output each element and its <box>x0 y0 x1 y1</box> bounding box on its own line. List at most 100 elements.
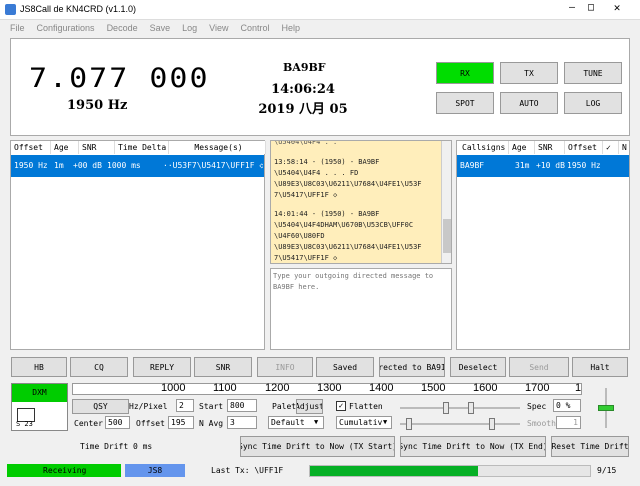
frequency-display[interactable]: 7.077 000 <box>29 63 210 95</box>
waterfall-tick: 1 <box>575 382 582 394</box>
scrollbar-thumb[interactable] <box>443 219 451 253</box>
call-header-n[interactable]: N <box>619 141 629 154</box>
receiving-status: Receiving <box>7 464 121 477</box>
zero-slider-handle[interactable] <box>406 418 412 430</box>
maximize-button[interactable]: □ <box>583 2 599 16</box>
saved-button[interactable]: Saved <box>316 357 374 377</box>
tx-button[interactable]: TX <box>500 62 558 84</box>
navg-field[interactable]: 3 <box>227 416 257 429</box>
qsy-button[interactable]: QSY <box>72 399 129 414</box>
halt-button[interactable]: Halt <box>572 357 628 377</box>
close-button[interactable]: ✕ <box>602 1 632 17</box>
call-header-callsigns[interactable]: Callsigns <box>457 141 509 154</box>
tx-progress-fill <box>310 466 478 476</box>
message-line: \U5404\U4F4DHAM\U670B\U53CB\UFF0C <box>274 221 414 229</box>
row-offset: 1950 Hz <box>567 161 601 170</box>
waterfall-tick: 1000 <box>161 382 186 394</box>
call-header-check[interactable]: ✓ <box>603 141 619 154</box>
spot-button[interactable]: SPOT <box>436 92 494 114</box>
band-header-messages[interactable]: Message(s) <box>169 141 266 154</box>
compose-input[interactable] <box>273 271 449 347</box>
window-title: JS8Call de KN4CRD (v1.1.0) <box>20 4 137 14</box>
menu-decode[interactable]: Decode <box>107 23 138 33</box>
menu-view[interactable]: View <box>209 23 228 33</box>
zero-slider-track <box>400 423 520 425</box>
message-history-panel[interactable]: \U5404\U4F4 . . 13:58:14 - (1950) - BA9B… <box>270 140 452 264</box>
menu-log[interactable]: Log <box>182 23 197 33</box>
chevron-down-icon: ▼ <box>314 418 319 426</box>
mode-status: JS8 <box>125 464 185 477</box>
band-header-offset[interactable]: Offset <box>11 141 51 154</box>
offset-field[interactable]: 195 <box>168 416 194 429</box>
info-button[interactable]: INFO <box>257 357 313 377</box>
message-scrollbar[interactable] <box>441 141 451 263</box>
call-header-age[interactable]: Age <box>509 141 535 154</box>
center-field[interactable]: 500 <box>105 416 130 429</box>
minimize-button[interactable]: — <box>564 2 580 16</box>
deselect-button[interactable]: Deselect <box>450 357 506 377</box>
waterfall-tick: 1600 <box>473 382 498 394</box>
date-display: 2019 八月 05 <box>258 102 348 117</box>
log-button[interactable]: LOG <box>564 92 622 114</box>
callsign-display: BA9BF <box>283 61 326 74</box>
tx-level-slider-handle[interactable] <box>598 405 614 411</box>
menu-configurations[interactable]: Configurations <box>37 23 95 33</box>
flatten-label: Flatten <box>349 402 383 411</box>
call-activity-table[interactable]: Callsigns Age SNR Offset ✓ N BA9BF 31m +… <box>456 140 630 350</box>
adjust-button[interactable]: Adjust <box>296 399 323 414</box>
row-age: 1m <box>54 161 64 170</box>
palette-label: Palette <box>272 402 296 411</box>
waterfall-tick: 1200 <box>265 382 290 394</box>
waterfall-ruler[interactable]: 1000 1100 1200 1300 1400 1500 1600 1700 … <box>72 382 582 395</box>
s-meter-label: S 23 <box>16 420 33 428</box>
sync-tx-end-button[interactable]: Sync Time Drift to Now (TX End) <box>400 436 546 457</box>
waterfall-slider-handle-2[interactable] <box>468 402 474 414</box>
rx-button[interactable]: RX <box>436 62 494 84</box>
js8-logo-icon <box>5 4 16 15</box>
waterfall-tick: 1700 <box>525 382 550 394</box>
hb-button[interactable]: HB <box>11 357 67 377</box>
header-panel: 7.077 000 1950 Hz BA9BF 14:06:24 2019 八月… <box>10 38 630 136</box>
send-button[interactable]: Send <box>509 357 569 377</box>
call-header-snr[interactable]: SNR <box>535 141 565 154</box>
menu-file[interactable]: File <box>10 23 25 33</box>
spec-field[interactable]: 0 % <box>553 399 581 412</box>
tx-progress-text: 9/15 <box>597 466 617 475</box>
message-block-header: 14:01:44 - (1950) - BA9BF <box>274 210 380 218</box>
hz-pixel-label: Hz/Pixel <box>129 402 168 411</box>
auto-button[interactable]: AUTO <box>500 92 558 114</box>
smooth-label: Smooth <box>527 419 556 428</box>
row-callsign: BA9BF <box>460 161 485 170</box>
time-display: 14:06:24 <box>271 82 335 97</box>
hz-pixel-field[interactable]: 2 <box>176 399 194 412</box>
offset-label: Offset <box>136 419 165 428</box>
flatten-checkbox[interactable]: ✓ <box>336 401 346 411</box>
message-line: 7\U5417\UFF1F ◇ <box>274 254 338 262</box>
band-header-time-delta[interactable]: Time Delta <box>115 141 169 154</box>
menu-control[interactable]: Control <box>241 23 270 33</box>
cq-button[interactable]: CQ <box>70 357 128 377</box>
row-message: ··U53F7\U5417\UFF1F ◇ <box>163 161 263 170</box>
sync-tx-start-button[interactable]: Sync Time Drift to Now (TX Start) <box>240 436 395 457</box>
snr-button[interactable]: SNR <box>194 357 252 377</box>
band-header-age[interactable]: Age <box>51 141 79 154</box>
waterfall-slider-handle[interactable] <box>443 402 449 414</box>
gain-slider-handle[interactable] <box>489 418 495 430</box>
message-line: \U89E3\U8C03\U6211\U7684\U4FE1\U53F <box>274 243 422 251</box>
directed-to-button[interactable]: rected to BA9I <box>379 357 445 377</box>
menu-help[interactable]: Help <box>282 23 301 33</box>
table-row[interactable]: 1950 Hz 1m +00 dB 1000 ms ··U53F7\U5417\… <box>11 155 264 177</box>
band-header-snr[interactable]: SNR <box>79 141 115 154</box>
band-activity-table[interactable]: Offset Age SNR Time Delta Message(s) 195… <box>10 140 266 350</box>
reset-time-drift-button[interactable]: Reset Time Drift <box>551 436 629 457</box>
tune-button[interactable]: TUNE <box>564 62 622 84</box>
message-line: \U89E3\U8C03\U6211\U7684\U4FE1\U53F <box>274 180 422 188</box>
waterfall-tick: 1500 <box>421 382 446 394</box>
menu-save[interactable]: Save <box>150 23 171 33</box>
call-header-offset[interactable]: Offset <box>565 141 603 154</box>
start-field[interactable]: 800 <box>227 399 257 412</box>
smooth-field[interactable]: 1 <box>556 416 581 429</box>
reply-button[interactable]: REPLY <box>133 357 191 377</box>
row-delta: 1000 ms <box>107 161 141 170</box>
table-row[interactable]: BA9BF 31m +10 dB 1950 Hz <box>457 155 629 177</box>
